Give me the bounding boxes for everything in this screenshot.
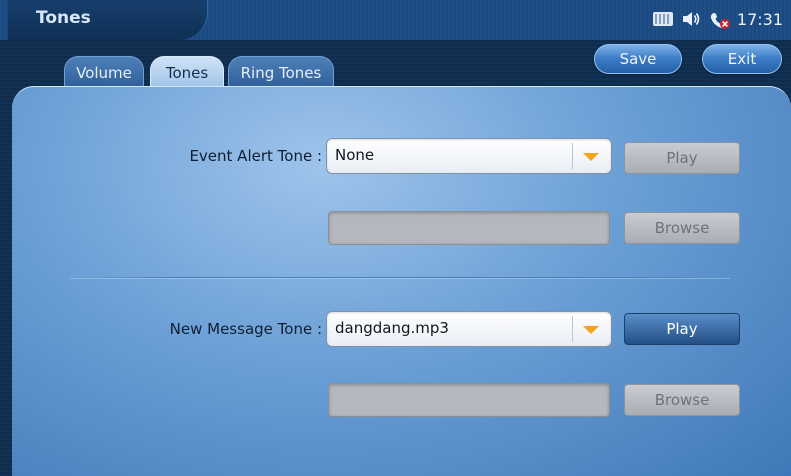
select-divider bbox=[572, 316, 573, 342]
new-message-file-field[interactable] bbox=[328, 383, 610, 417]
new-message-play-button[interactable]: Play bbox=[624, 313, 740, 345]
event-alert-browse-button[interactable]: Browse bbox=[624, 212, 740, 244]
chevron-down-icon[interactable] bbox=[583, 326, 599, 334]
tab-tones[interactable]: Tones bbox=[150, 56, 224, 88]
event-alert-tone-select[interactable]: None bbox=[326, 138, 612, 174]
tones-screen: Tones 17:31 Save Exit Volume Tones Ring … bbox=[0, 0, 791, 476]
clock-time: 17:31 bbox=[736, 9, 783, 29]
phone-missed-icon[interactable] bbox=[709, 10, 730, 29]
exit-button[interactable]: Exit bbox=[702, 44, 782, 74]
event-alert-file-field[interactable] bbox=[328, 211, 610, 245]
new-message-tone-value: dangdang.mp3 bbox=[335, 319, 449, 337]
settings-panel: Event Alert Tone : None Play Browse New … bbox=[12, 86, 791, 476]
event-alert-play-button[interactable]: Play bbox=[624, 142, 740, 174]
page-title: Tones bbox=[36, 8, 91, 28]
tab-ring-tones[interactable]: Ring Tones bbox=[228, 56, 334, 88]
new-message-tone-label: New Message Tone : bbox=[169, 320, 322, 338]
status-bar: 17:31 bbox=[652, 6, 783, 32]
chevron-down-icon[interactable] bbox=[583, 153, 599, 161]
event-alert-tone-label: Event Alert Tone : bbox=[189, 147, 322, 165]
event-alert-tone-value: None bbox=[335, 146, 375, 164]
keyboard-icon[interactable] bbox=[652, 12, 673, 26]
speaker-icon[interactable] bbox=[681, 10, 701, 28]
title-tab: Tones bbox=[8, 0, 208, 40]
select-divider bbox=[572, 143, 573, 169]
tab-volume[interactable]: Volume bbox=[64, 56, 144, 88]
new-message-tone-select[interactable]: dangdang.mp3 bbox=[326, 311, 612, 347]
section-divider bbox=[70, 277, 730, 278]
top-bar: Tones 17:31 bbox=[0, 0, 791, 40]
save-button[interactable]: Save bbox=[594, 44, 682, 74]
new-message-browse-button[interactable]: Browse bbox=[624, 384, 740, 416]
